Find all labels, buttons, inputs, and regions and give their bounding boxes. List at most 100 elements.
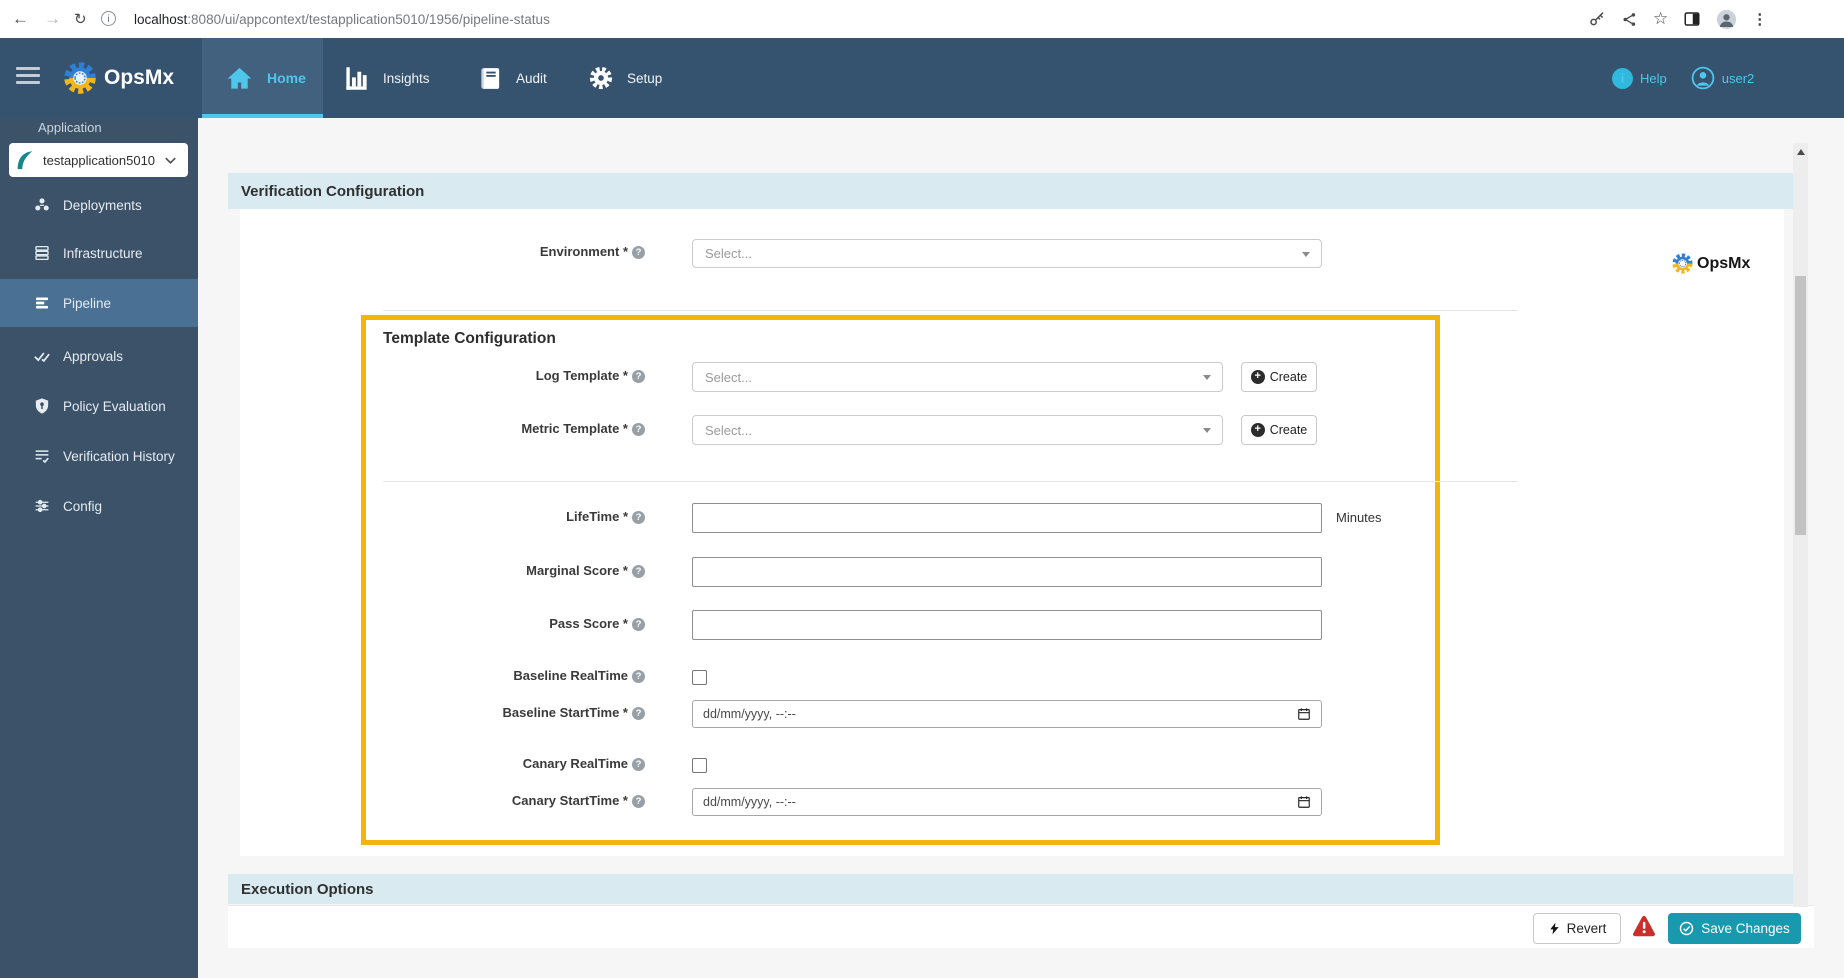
tab-home[interactable]: Home bbox=[202, 38, 323, 118]
tab-home-label: Home bbox=[267, 70, 306, 86]
sidebar-item-pipeline[interactable]: Pipeline bbox=[0, 279, 198, 327]
canary-realtime-help-icon[interactable] bbox=[632, 758, 645, 771]
sidebar-item-policy-evaluation[interactable]: Policy Evaluation bbox=[0, 382, 198, 430]
sidebar-item-approvals[interactable]: Approvals bbox=[0, 332, 198, 380]
metric-template-create-button[interactable]: Create bbox=[1241, 415, 1317, 445]
lifetime-help-icon[interactable] bbox=[632, 511, 645, 524]
canary-realtime-checkbox[interactable] bbox=[692, 758, 707, 773]
baseline-realtime-checkbox[interactable] bbox=[692, 670, 707, 685]
baseline-starttime-help-icon[interactable] bbox=[632, 707, 645, 720]
app-navbar: OpsMx Home Insights Audit Setup Help use… bbox=[0, 38, 1844, 118]
sidebar-item-label: Policy Evaluation bbox=[63, 399, 166, 414]
tab-insights[interactable]: Insights bbox=[343, 38, 430, 118]
pass-score-label: Pass Score * bbox=[240, 616, 645, 631]
save-changes-label: Save Changes bbox=[1701, 921, 1790, 936]
user-avatar-icon[interactable] bbox=[1691, 66, 1715, 90]
lifetime-input[interactable] bbox=[692, 503, 1322, 533]
marginal-score-help-icon[interactable] bbox=[632, 565, 645, 578]
setup-gear-icon bbox=[588, 65, 614, 91]
pass-score-input[interactable] bbox=[692, 610, 1322, 640]
template-configuration-title: Template Configuration bbox=[383, 330, 556, 348]
browser-menu-icon[interactable] bbox=[1752, 10, 1767, 28]
save-changes-button[interactable]: Save Changes bbox=[1668, 913, 1801, 944]
application-selector-value: testapplication5010 bbox=[43, 153, 163, 168]
log-template-select[interactable]: Select... bbox=[692, 362, 1223, 392]
split-view-icon[interactable] bbox=[1683, 10, 1701, 28]
divider bbox=[383, 481, 1518, 482]
help-info-icon[interactable] bbox=[1612, 68, 1633, 89]
scrollbar-up-arrow-icon[interactable] bbox=[1797, 149, 1805, 155]
application-section-label: Application bbox=[38, 120, 102, 135]
sidebar-item-config[interactable]: Config bbox=[0, 482, 198, 530]
select-caret-icon bbox=[1203, 428, 1211, 433]
lightning-bolt-icon bbox=[1548, 921, 1561, 936]
opsmx-watermark-gear-icon bbox=[1671, 252, 1694, 275]
share-icon[interactable] bbox=[1621, 11, 1638, 28]
baseline-starttime-label: Baseline StartTime * bbox=[240, 705, 645, 720]
password-key-icon[interactable] bbox=[1588, 10, 1606, 28]
policy-shield-icon bbox=[33, 397, 51, 415]
create-button-label: Create bbox=[1270, 423, 1308, 437]
navbar-right: Help user2 bbox=[1612, 38, 1754, 118]
url-bar[interactable]: localhost:8080/ui/appcontext/testapplica… bbox=[134, 0, 550, 38]
revert-button[interactable]: Revert bbox=[1533, 913, 1621, 944]
sidebar-item-label: Verification History bbox=[63, 449, 175, 464]
bookmark-star-icon[interactable] bbox=[1653, 9, 1668, 29]
divider bbox=[383, 310, 1518, 311]
canary-starttime-label: Canary StartTime * bbox=[240, 793, 645, 808]
log-template-select-placeholder: Select... bbox=[705, 370, 752, 385]
baseline-starttime-input[interactable]: dd/mm/yyyy, --:-- bbox=[692, 700, 1322, 728]
log-template-help-icon[interactable] bbox=[632, 370, 645, 383]
log-template-create-button[interactable]: Create bbox=[1241, 362, 1317, 392]
page-info-icon[interactable] bbox=[101, 11, 116, 26]
lifetime-label: LifeTime * bbox=[240, 509, 645, 524]
tab-audit[interactable]: Audit bbox=[478, 38, 547, 118]
environment-help-icon[interactable] bbox=[632, 246, 645, 259]
approvals-icon bbox=[33, 347, 51, 365]
baseline-realtime-help-icon[interactable] bbox=[632, 670, 645, 683]
brand-name: OpsMx bbox=[104, 66, 174, 90]
back-icon[interactable] bbox=[12, 0, 29, 38]
baseline-realtime-label: Baseline RealTime bbox=[240, 668, 645, 683]
calendar-icon[interactable] bbox=[1297, 795, 1311, 809]
watermark-text: OpsMx bbox=[1697, 255, 1750, 273]
verification-history-icon bbox=[33, 447, 51, 465]
browser-profile-avatar[interactable] bbox=[1716, 9, 1737, 30]
section-title: Execution Options bbox=[241, 881, 374, 898]
pass-score-help-icon[interactable] bbox=[632, 618, 645, 631]
calendar-icon[interactable] bbox=[1297, 707, 1311, 721]
canary-starttime-input[interactable]: dd/mm/yyyy, --:-- bbox=[692, 788, 1322, 816]
username-label[interactable]: user2 bbox=[1722, 71, 1755, 86]
vertical-scrollbar[interactable] bbox=[1793, 143, 1808, 907]
canary-realtime-label: Canary RealTime bbox=[240, 756, 645, 771]
plus-circle-icon bbox=[1251, 423, 1265, 437]
sidebar-item-label: Deployments bbox=[63, 198, 142, 213]
canary-starttime-help-icon[interactable] bbox=[632, 795, 645, 808]
scrollbar-thumb[interactable] bbox=[1795, 276, 1806, 535]
menu-hamburger-icon[interactable] bbox=[16, 67, 40, 84]
config-sliders-icon bbox=[33, 497, 51, 515]
select-caret-icon bbox=[1302, 252, 1310, 257]
forward-icon[interactable] bbox=[44, 0, 61, 38]
help-label[interactable]: Help bbox=[1640, 71, 1667, 86]
reload-icon[interactable] bbox=[74, 0, 87, 38]
metric-template-select[interactable]: Select... bbox=[692, 415, 1223, 445]
section-header-execution-options: Execution Options bbox=[228, 874, 1797, 904]
sidebar-item-verification-history[interactable]: Verification History bbox=[0, 432, 198, 480]
metric-template-help-icon[interactable] bbox=[632, 423, 645, 436]
environment-select-placeholder: Select... bbox=[705, 246, 752, 261]
sidebar-item-deployments[interactable]: Deployments bbox=[0, 181, 198, 229]
metric-template-label: Metric Template * bbox=[240, 421, 645, 436]
sidebar-item-label: Config bbox=[63, 499, 102, 514]
environment-select[interactable]: Select... bbox=[692, 239, 1322, 268]
sidebar-item-infrastructure[interactable]: Infrastructure bbox=[0, 229, 198, 277]
application-selector[interactable]: testapplication5010 bbox=[9, 143, 188, 177]
brand[interactable]: OpsMx bbox=[62, 38, 174, 118]
tab-setup[interactable]: Setup bbox=[588, 38, 662, 118]
warning-triangle-icon bbox=[1632, 915, 1656, 937]
insights-chart-icon bbox=[343, 65, 370, 92]
datetime-placeholder: dd/mm/yyyy, --:-- bbox=[703, 795, 796, 809]
browser-toolbar: localhost:8080/ui/appcontext/testapplica… bbox=[0, 0, 1844, 39]
section-title: Verification Configuration bbox=[241, 183, 424, 200]
marginal-score-input[interactable] bbox=[692, 557, 1322, 587]
